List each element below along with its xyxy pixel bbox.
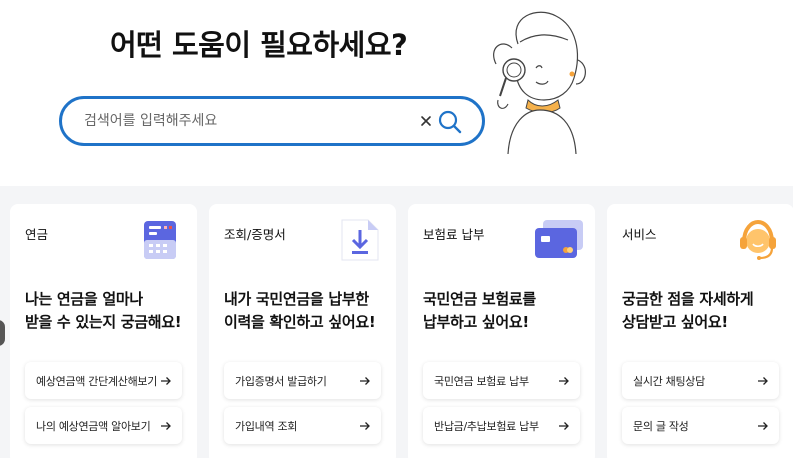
link-pay-returned-premium[interactable]: 반납금/추납보험료 납부 [423, 407, 580, 444]
arrow-right-icon [161, 376, 171, 385]
card-heading-line: 받을 수 있는지 궁금해요! [25, 313, 182, 331]
calculator-icon [144, 221, 176, 259]
card-heading: 나는 연금을 얼마나 받을 수 있는지 궁금해요! [25, 288, 193, 334]
headset-agent-icon [740, 219, 776, 260]
card-heading-line: 궁금한 점을 자세하게 [622, 290, 754, 308]
card-heading-line: 이력을 확인하고 싶어요! [224, 313, 376, 331]
search-input[interactable] [84, 109, 404, 133]
arrow-right-icon [758, 376, 768, 385]
page: 어떤 도움이 필요하세요? 연금 [0, 0, 793, 458]
mascot-illustration [493, 11, 586, 154]
arrow-right-icon [559, 376, 569, 385]
link-issue-membership-certificate[interactable]: 가입증명서 발급하기 [224, 362, 381, 399]
card-heading: 내가 국민연금을 납부한 이력을 확인하고 싶어요! [224, 288, 392, 334]
page-title: 어떤 도움이 필요하세요? [110, 28, 408, 62]
card-premium-payment: 보험료 납부 국민연금 보험료를 납부하고 싶어요! 국민연금 보험료 납부 반… [408, 204, 595, 458]
card-heading-line: 국민연금 보험료를 [423, 290, 536, 308]
link-label: 문의 글 작성 [633, 419, 689, 433]
link-label: 나의 예상연금액 알아보기 [36, 419, 151, 433]
arrow-right-icon [161, 421, 171, 430]
link-live-chat[interactable]: 실시간 채팅상담 [622, 362, 779, 399]
search-box [59, 96, 485, 146]
card-inquiry-certificate: 조회/증명서 내가 국민연금을 납부한 이력을 확인하고 싶어요! 가입증명서 … [209, 204, 396, 458]
link-my-pension-estimate[interactable]: 나의 예상연금액 알아보기 [25, 407, 182, 444]
link-label: 실시간 채팅상담 [633, 374, 705, 388]
card-heading: 궁금한 점을 자세하게 상담받고 싶어요! [622, 288, 790, 334]
link-label: 가입증명서 발급하기 [235, 374, 327, 388]
credit-card-icon [535, 220, 583, 258]
arrow-right-icon [559, 421, 569, 430]
card-heading: 국민연금 보험료를 납부하고 싶어요! [423, 288, 591, 334]
close-icon[interactable] [416, 111, 436, 131]
link-simple-pension-calc[interactable]: 예상연금액 간단계산해보기 [25, 362, 182, 399]
link-pay-pension-premium[interactable]: 국민연금 보험료 납부 [423, 362, 580, 399]
card-heading-line: 납부하고 싶어요! [423, 313, 529, 331]
link-membership-history[interactable]: 가입내역 조회 [224, 407, 381, 444]
card-pension: 연금 나는 연금을 얼마나 받을 수 있는지 궁금해요! 예상연금액 간단계산해… [10, 204, 197, 458]
card-service: 서비스 궁금한 점을 자세하게 상담받고 싶어요! 실시간 채팅상담 문의 글 … [607, 204, 793, 458]
card-category: 보험료 납부 [423, 227, 485, 242]
arrow-right-icon [360, 376, 370, 385]
link-label: 예상연금액 간단계산해보기 [36, 374, 158, 388]
carousel-prev-handle[interactable] [0, 320, 5, 346]
link-label: 반납금/추납보험료 납부 [434, 419, 539, 433]
link-label: 국민연금 보험료 납부 [434, 374, 529, 388]
card-category: 연금 [25, 227, 49, 242]
card-heading-line: 내가 국민연금을 납부한 [224, 290, 369, 308]
card-heading-line: 나는 연금을 얼마나 [25, 290, 143, 308]
search-icon[interactable] [437, 109, 463, 135]
arrow-right-icon [758, 421, 768, 430]
card-heading-line: 상담받고 싶어요! [622, 313, 728, 331]
card-category: 조회/증명서 [224, 227, 286, 242]
document-download-icon [341, 219, 379, 261]
card-category: 서비스 [622, 227, 657, 242]
arrow-right-icon [360, 421, 370, 430]
link-label: 가입내역 조회 [235, 419, 298, 433]
link-write-inquiry[interactable]: 문의 글 작성 [622, 407, 779, 444]
